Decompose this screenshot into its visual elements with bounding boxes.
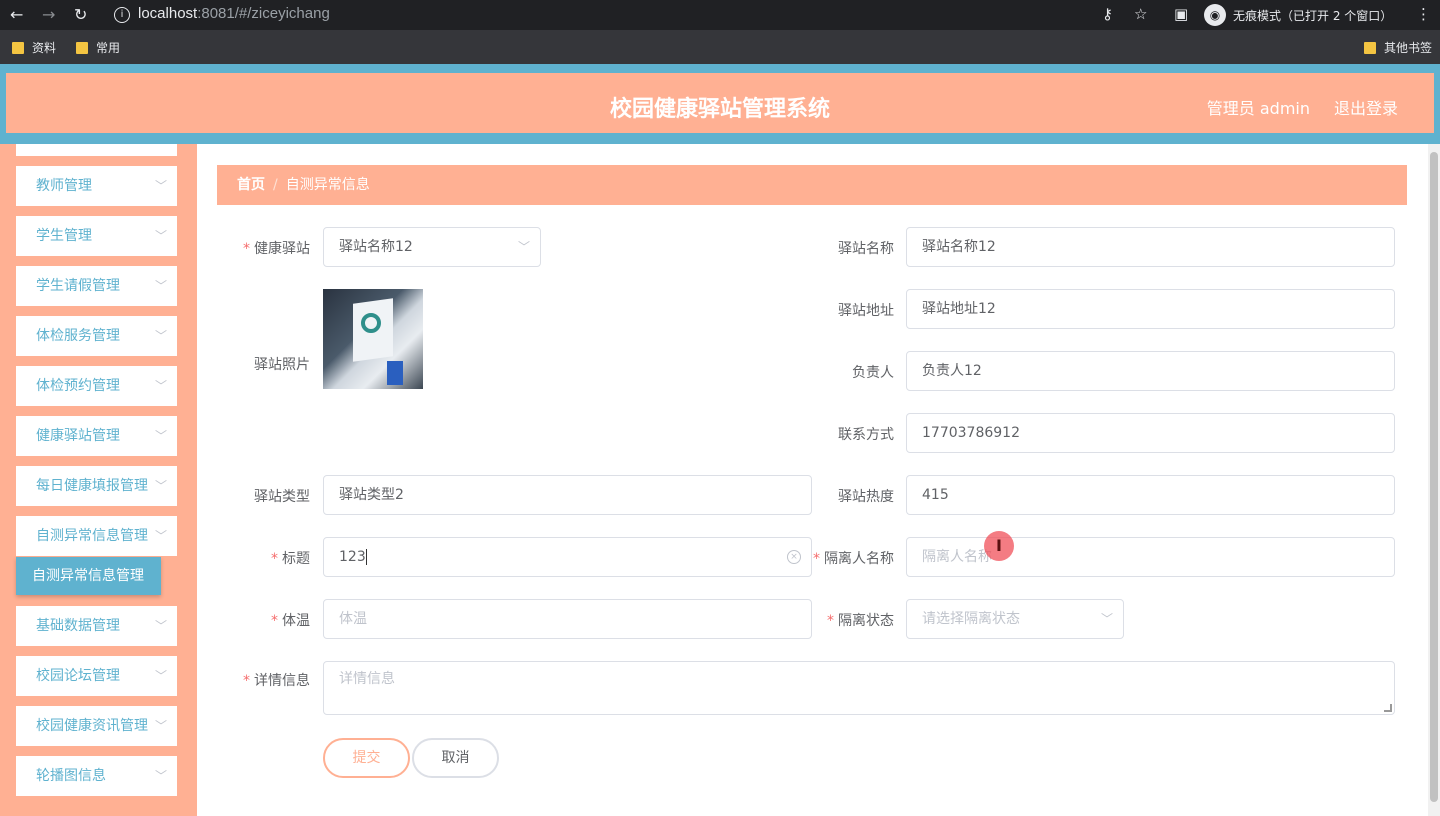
- scrollbar[interactable]: [1428, 144, 1440, 816]
- contact-label: 联系方式: [838, 427, 894, 443]
- user-label: 管理员 admin: [1206, 99, 1310, 118]
- incognito-icon[interactable]: ◉: [1204, 4, 1226, 26]
- sidebar-item-student[interactable]: 学生管理 ﹀: [16, 216, 177, 256]
- address-label: 驿站地址: [838, 303, 894, 319]
- cancel-button[interactable]: 取消: [412, 738, 499, 778]
- sidebar-item-checkup-booking[interactable]: 体检预约管理 ﹀: [16, 366, 177, 406]
- manager-label: 负责人: [852, 365, 894, 381]
- browser-toolbar: ← → ↻ i localhost:8081/#/ziceyichang ⚷ ☆…: [0, 0, 1440, 30]
- sidebar-item-station[interactable]: 健康驿站管理 ﹀: [16, 416, 177, 456]
- key-icon[interactable]: ⚷: [1102, 5, 1113, 23]
- folder-icon: [1364, 41, 1376, 54]
- heat-field[interactable]: 415: [906, 475, 1395, 515]
- sidebar-item-base-data[interactable]: 基础数据管理 ﹀: [16, 606, 177, 646]
- isolation-name-label: * 隔离人名称: [813, 551, 894, 567]
- chevron-down-icon: ﹀: [154, 769, 167, 783]
- title-label: * 标题: [271, 551, 310, 567]
- chevron-down-icon: ﹀: [517, 240, 530, 254]
- detail-label: * 详情信息: [243, 673, 310, 689]
- breadcrumb-separator: /: [273, 177, 278, 193]
- sidebar-item-forum[interactable]: 校园论坛管理 ﹀: [16, 656, 177, 696]
- scrollbar-thumb[interactable]: [1430, 152, 1438, 802]
- reload-icon[interactable]: ↻: [74, 5, 87, 24]
- detail-textarea[interactable]: 详情信息: [323, 661, 1395, 715]
- isolation-status-select[interactable]: 请选择隔离状态 ﹀: [906, 599, 1124, 639]
- sidebar-item-daily-report[interactable]: 每日健康填报管理 ﹀: [16, 466, 177, 506]
- breadcrumb: 首页 / 自测异常信息: [217, 165, 1407, 205]
- chevron-down-icon: ﹀: [154, 429, 167, 443]
- breadcrumb-home[interactable]: 首页: [237, 177, 265, 193]
- logout-button[interactable]: 退出登录: [1334, 95, 1398, 119]
- bookmark-item[interactable]: 资料: [12, 39, 56, 56]
- sidebar-item-stub[interactable]: [16, 144, 177, 156]
- incognito-label: 无痕模式（已打开 2 个窗口）: [1233, 9, 1393, 23]
- sidebar-item-news[interactable]: 校园健康资讯管理 ﹀: [16, 706, 177, 746]
- resize-grip-icon[interactable]: [1384, 704, 1392, 712]
- station-label: * 健康驿站: [243, 241, 310, 257]
- name-field[interactable]: 驿站名称12: [906, 227, 1395, 267]
- station-photo: [323, 289, 423, 389]
- breadcrumb-current: 自测异常信息: [285, 177, 370, 193]
- address-field[interactable]: 驿站地址12: [906, 289, 1395, 329]
- chevron-down-icon: ﹀: [154, 719, 167, 733]
- chevron-down-icon: ﹀: [154, 669, 167, 683]
- chevron-down-icon: ﹀: [154, 619, 167, 633]
- manager-field[interactable]: 负责人12: [906, 351, 1395, 391]
- other-bookmarks[interactable]: 其他书签: [1364, 39, 1432, 56]
- isolation-name-field[interactable]: 隔离人名称: [906, 537, 1395, 577]
- chevron-down-icon: ﹀: [154, 279, 167, 293]
- photo-label: 驿站照片: [254, 357, 310, 373]
- chevron-down-icon: ﹀: [154, 379, 167, 393]
- sidebar-subitem-abnormal[interactable]: 自测异常信息管理: [16, 557, 161, 595]
- chevron-down-icon: ﹀: [154, 479, 167, 493]
- chevron-down-icon: ﹀: [154, 179, 167, 193]
- bookmarks-bar: 资料 常用 其他书签: [0, 30, 1440, 64]
- name-label: 驿站名称: [838, 241, 894, 257]
- sidebar-item-checkup-service[interactable]: 体检服务管理 ﹀: [16, 316, 177, 356]
- info-icon[interactable]: i: [114, 7, 130, 23]
- temp-label: * 体温: [271, 613, 310, 629]
- forward-icon[interactable]: →: [42, 5, 55, 24]
- address-bar[interactable]: localhost:8081/#/ziceyichang: [138, 5, 330, 22]
- chevron-down-icon: ﹀: [154, 229, 167, 243]
- heat-label: 驿站热度: [838, 489, 894, 505]
- temp-field[interactable]: 体温: [323, 599, 812, 639]
- folder-icon: [76, 41, 88, 54]
- sidepanel-icon[interactable]: ▣: [1174, 5, 1188, 23]
- sidebar-item-carousel[interactable]: 轮播图信息 ﹀: [16, 756, 177, 796]
- menu-dots-icon[interactable]: ⋮: [1416, 5, 1431, 23]
- type-label: 驿站类型: [254, 489, 310, 505]
- type-field[interactable]: 驿站类型2: [323, 475, 812, 515]
- sidebar-item-leave[interactable]: 学生请假管理 ﹀: [16, 266, 177, 306]
- clear-icon[interactable]: ×: [787, 550, 801, 564]
- sidebar-item-abnormal[interactable]: 自测异常信息管理 ﹀: [16, 516, 177, 556]
- bookmark-item[interactable]: 常用: [76, 39, 120, 56]
- submit-button[interactable]: 提交: [323, 738, 410, 778]
- app-header: 校园健康驿站管理系统 管理员 admin 退出登录: [6, 73, 1434, 133]
- station-select[interactable]: 驿站名称12 ﹀: [323, 227, 541, 267]
- chevron-down-icon: ﹀: [154, 529, 167, 543]
- isolation-status-label: * 隔离状态: [827, 613, 894, 629]
- back-icon[interactable]: ←: [10, 5, 23, 24]
- title-field[interactable]: 123 ×: [323, 537, 812, 577]
- contact-field[interactable]: 17703786912: [906, 413, 1395, 453]
- star-icon[interactable]: ☆: [1134, 5, 1147, 23]
- text-cursor-icon: I: [984, 531, 1014, 561]
- folder-icon: [12, 41, 24, 54]
- sidebar-item-teacher[interactable]: 教师管理 ﹀: [16, 166, 177, 206]
- chevron-down-icon: ﹀: [1100, 612, 1113, 626]
- chevron-down-icon: ﹀: [154, 329, 167, 343]
